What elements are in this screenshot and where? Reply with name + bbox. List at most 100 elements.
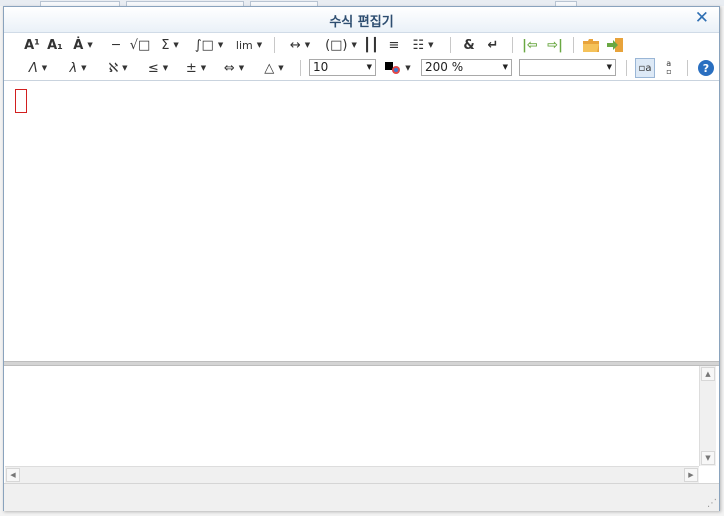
scroll-up-icon[interactable]: ▲	[701, 367, 715, 381]
accent-button[interactable]: Ȧ ▼	[68, 35, 98, 55]
close-icon[interactable]: ✕	[695, 8, 709, 28]
chevron-down-icon: ▼	[200, 64, 207, 72]
resize-grip-icon[interactable]: ⋰	[707, 498, 717, 509]
prev-arrow-icon: |⇦	[522, 37, 538, 53]
status-bar: ⋰	[4, 483, 719, 511]
zoom-value: 200 %	[425, 60, 464, 74]
export-icon	[607, 38, 623, 52]
inline-mode-button[interactable]: ▫a	[635, 58, 655, 78]
chevron-down-icon: ▼	[162, 64, 169, 72]
chevron-down-icon: ▼	[405, 64, 411, 72]
column-button[interactable]: ≡	[385, 35, 403, 55]
limit-button[interactable]: lim ▼	[232, 35, 266, 55]
chevron-down-icon: ▼	[238, 64, 245, 72]
fraction-button[interactable]: ╶╴	[107, 35, 125, 55]
integral-icon: ∫□	[194, 37, 214, 53]
root-icon: √□	[129, 37, 151, 53]
display-mode-button[interactable]: a ▫	[659, 58, 679, 78]
chevron-down-icon: ▼	[502, 63, 508, 71]
script-input[interactable]	[5, 366, 699, 466]
title-bar: 수식 편집기 ✕	[4, 7, 719, 33]
greek-lower-icon: λ	[69, 60, 78, 76]
ampersand-button[interactable]: &	[460, 35, 478, 55]
export-button[interactable]	[605, 35, 625, 55]
newline-icon: ↵	[487, 37, 499, 53]
inline-mode-icon: ▫a	[638, 62, 652, 74]
window-title: 수식 편집기	[329, 15, 394, 30]
toolbar-row-1: A¹ A₁ Ȧ ▼ ╶╴ √□ Σ ▼ ∫□ ▼ lim ▼ ↔ ▼ (□) ▼ ┃┃ ≡…	[4, 33, 719, 57]
vertical-scrollbar[interactable]: ▲ ▼	[699, 366, 716, 466]
bracket-icon: ↔	[289, 37, 301, 53]
chevron-down-icon: ▼	[217, 41, 224, 49]
operator-icon: ±	[185, 60, 197, 76]
grid-icon: ☷	[412, 37, 425, 53]
font-size-select[interactable]: 10 ▼	[309, 59, 376, 76]
sum-icon: Σ	[161, 37, 170, 53]
newline-button[interactable]: ↵	[484, 35, 502, 55]
scroll-down-icon[interactable]: ▼	[701, 451, 715, 465]
next-button[interactable]: ⇨|	[544, 35, 566, 55]
horizontal-scrollbar[interactable]: ◀ ▶	[5, 466, 699, 483]
open-file-button[interactable]	[581, 35, 601, 55]
help-icon: ?	[698, 60, 714, 76]
font-name-select[interactable]: ▼	[519, 59, 616, 76]
integral-button[interactable]: ∫□ ▼	[192, 35, 226, 55]
equation-canvas[interactable]	[5, 81, 718, 361]
operator-button[interactable]: ± ▼	[180, 58, 212, 78]
chevron-down-icon: ▼	[278, 64, 284, 72]
arrow-icon: ⇔	[223, 60, 235, 76]
toolbar-separator	[300, 60, 301, 76]
toolbar-separator	[274, 37, 275, 53]
misc-symbol-button[interactable]: △ ▼	[258, 58, 290, 78]
limit-icon: lim	[235, 38, 253, 52]
next-arrow-icon: ⇨|	[547, 37, 563, 53]
chevron-down-icon: ▼	[173, 41, 179, 49]
chevron-down-icon: ▼	[606, 63, 612, 71]
superscript-button[interactable]: A¹	[22, 35, 42, 55]
greek-upper-icon: Λ	[28, 60, 38, 76]
subscript-button[interactable]: A₁	[45, 35, 65, 55]
accent-icon: Ȧ	[73, 37, 84, 53]
fraction-icon: ╶╴	[108, 37, 124, 53]
arrow-button[interactable]: ⇔ ▼	[216, 58, 252, 78]
chevron-down-icon: ▼	[41, 64, 48, 72]
grid-button[interactable]: ☷ ▼	[408, 35, 438, 55]
help-button[interactable]: ?	[696, 58, 716, 78]
chevron-down-icon: ▼	[304, 41, 311, 49]
toolbar-separator	[450, 37, 451, 53]
toolbar-separator	[512, 37, 513, 53]
chevron-down-icon: ▼	[366, 63, 372, 71]
sum-button[interactable]: Σ ▼	[156, 35, 184, 55]
input-cursor	[15, 89, 27, 113]
chevron-down-icon: ▼	[256, 41, 263, 49]
matrix-icon: ┃┃	[363, 37, 379, 53]
scroll-right-icon[interactable]: ▶	[684, 468, 698, 482]
chevron-down-icon: ▼	[351, 41, 357, 49]
matrix-button[interactable]: ┃┃	[362, 35, 380, 55]
greek-lower-button[interactable]: λ ▼	[62, 58, 94, 78]
root-button[interactable]: √□	[128, 35, 152, 55]
zoom-select[interactable]: 200 % ▼	[421, 59, 512, 76]
color-picker-icon	[385, 62, 401, 74]
scroll-left-icon[interactable]: ◀	[6, 468, 20, 482]
hebrew-button[interactable]: ℵ ▼	[102, 58, 134, 78]
bracket-button[interactable]: ↔ ▼	[284, 35, 316, 55]
chevron-down-icon: ▼	[428, 41, 434, 49]
previous-button[interactable]: |⇦	[519, 35, 541, 55]
toolbar-separator	[626, 60, 627, 76]
color-button[interactable]: ▼	[383, 58, 413, 78]
chevron-down-icon: ▼	[81, 64, 87, 72]
toolbar-separator	[687, 60, 688, 76]
relation-icon: ≤	[147, 60, 159, 76]
display-mode-icon: a ▫	[666, 59, 672, 76]
hebrew-icon: ℵ	[108, 60, 119, 76]
greek-upper-button[interactable]: Λ ▼	[22, 58, 54, 78]
relation-button[interactable]: ≤ ▼	[142, 58, 174, 78]
font-size-value: 10	[313, 60, 329, 74]
paren-button[interactable]: (□) ▼	[324, 35, 358, 55]
chevron-down-icon: ▼	[87, 41, 93, 49]
equation-editor-window: 수식 편집기 ✕ A¹ A₁ Ȧ ▼ ╶╴ √□ Σ ▼ ∫□ ▼ lim ▼ ↔ ▼ …	[3, 6, 720, 511]
toolbar-separator	[573, 37, 574, 53]
triangle-icon: △	[264, 60, 275, 76]
toolbar-row-2: Λ ▼ λ ▼ ℵ ▼ ≤ ▼ ± ▼ ⇔ ▼ △ ▼ 10 ▼ ▼ 200 % ▼	[4, 56, 719, 80]
